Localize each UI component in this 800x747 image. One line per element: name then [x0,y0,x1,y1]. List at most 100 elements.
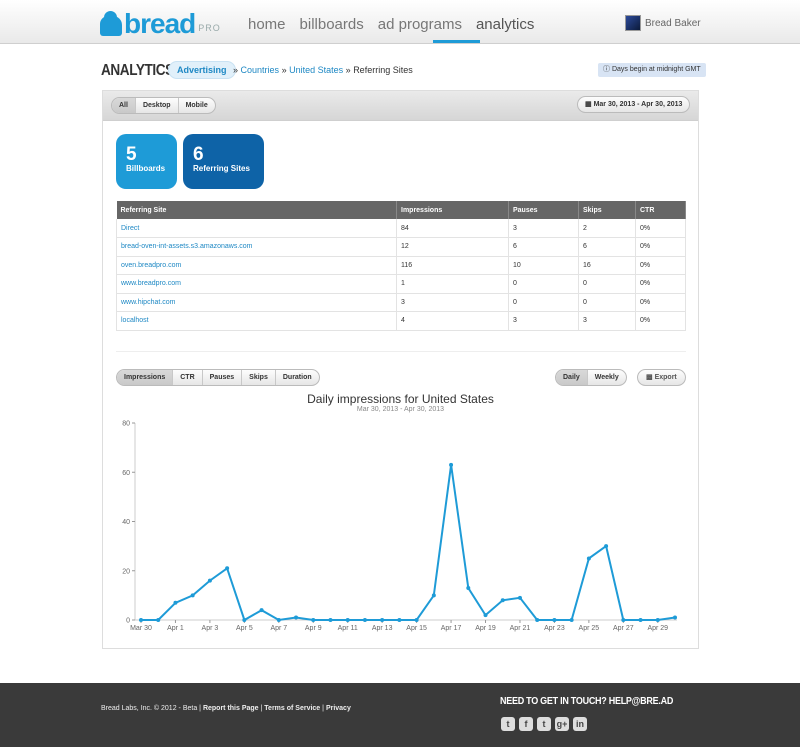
linkedin-icon[interactable]: in [573,717,587,731]
platform-desktop-button[interactable]: Desktop [136,98,179,113]
bread-logo[interactable]: bread PRO [100,8,221,39]
user-menu[interactable]: Bread Baker [625,15,701,31]
site-link[interactable]: www.breadpro.com [116,274,397,294]
bread-logo-icon [100,11,122,36]
data-point [225,566,230,571]
breadcrumb: » Countries » United States » Referring … [233,65,413,75]
data-point [414,618,419,622]
x-tick-label: Apr 5 [236,625,253,632]
breadcrumb-countries[interactable]: Countries [241,65,280,75]
breadcrumb-current: Referring Sites [353,65,413,75]
x-tick-label: Apr 29 [647,625,668,632]
table-row: localhost 4 3 3 0% [116,311,686,331]
y-tick-label: 20 [122,568,130,575]
site-link[interactable]: localhost [116,311,397,331]
tab-duration[interactable]: Duration [276,370,319,385]
stat-label: Billboards [126,164,166,173]
page-title: ANALYTICS [101,62,174,79]
nav-item-billboards[interactable]: billboards [300,16,364,33]
privacy-link[interactable]: Privacy [326,705,351,712]
data-point [259,608,264,613]
report-page-link[interactable]: Report this Page [203,705,259,712]
copyright-text: Bread Labs, Inc. © 2012 - Beta | [101,705,201,712]
table-row: bread-oven-int-assets.s3.amazonaws.com 12… [116,237,686,257]
data-point [311,618,316,622]
site-link[interactable]: oven.breadpro.com [116,256,397,275]
tab-ctr[interactable]: CTR [173,370,203,385]
table-cell: 4 [396,311,509,331]
site-link[interactable]: Direct [116,219,397,238]
footer: Bread Labs, Inc. © 2012 - Beta | Report … [0,683,800,747]
stat-tile-referring-sites[interactable]: 6 Referring Sites [183,134,264,189]
site-link[interactable]: www.hipchat.com [116,293,397,312]
platform-filter: All Desktop Mobile [111,97,216,114]
brand-name: bread [124,8,196,39]
column-header[interactable]: Pauses [508,201,579,219]
footer-links: Bread Labs, Inc. © 2012 - Beta | Report … [101,705,351,712]
chart-icon: ▩ [646,374,653,381]
table-cell: 3 [578,311,636,331]
data-point [638,618,643,622]
platform-mobile-button[interactable]: Mobile [179,98,215,113]
table-header-row: Referring Site Impressions Pauses Skips … [116,201,686,219]
date-range-label: Mar 30, 2013 - Apr 30, 2013 [593,101,683,108]
table-cell: 0% [635,274,686,294]
data-point [586,556,591,561]
stat-value: 6 [193,144,204,165]
tab-pauses[interactable]: Pauses [203,370,243,385]
nav-item-home[interactable]: home [248,16,286,33]
referring-sites-table: Referring Site Impressions Pauses Skips … [116,201,686,331]
timezone-notice: ⓘ Days begin at midnight GMT [598,63,706,77]
table-cell: 0 [578,274,636,294]
x-tick-label: Apr 3 [202,625,219,632]
tab-daily[interactable]: Daily [556,370,588,385]
column-header[interactable]: Skips [578,201,636,219]
tumblr-icon[interactable]: t [537,717,551,731]
x-tick-label: Apr 7 [270,625,287,632]
terms-link[interactable]: Terms of Service [264,705,320,712]
chart-title: Daily impressions for United States [307,392,494,406]
nav-item-analytics[interactable]: analytics [476,16,534,33]
x-tick-label: Apr 19 [475,625,496,632]
period-tabs: Daily Weekly [555,369,627,386]
social-links: t f t g+ in [501,717,591,731]
date-range-button[interactable]: ▦ Mar 30, 2013 - Apr 30, 2013 [577,96,691,113]
facebook-icon[interactable]: f [519,717,533,731]
platform-all-button[interactable]: All [112,98,136,113]
active-nav-indicator [433,40,480,43]
google-plus-icon[interactable]: g+ [555,717,569,731]
table-cell: 6 [578,237,636,257]
data-point [535,618,540,622]
site-link[interactable]: bread-oven-int-assets.s3.amazonaws.com [116,237,397,257]
export-label: Export [654,374,677,381]
tab-weekly[interactable]: Weekly [588,370,626,385]
column-header[interactable]: Referring Site [116,201,397,219]
x-tick-label: Apr 9 [305,625,322,632]
breadcrumb-advertising[interactable]: Advertising [168,61,236,79]
tab-impressions[interactable]: Impressions [117,370,174,385]
contact-heading: NEED TO GET IN TOUCH? HELP@BRE.AD [500,696,674,707]
column-header[interactable]: CTR [635,201,686,219]
stat-tile-billboards[interactable]: 5 Billboards [116,134,177,189]
table-cell: 3 [508,219,579,238]
table-cell: 0% [635,256,686,275]
table-cell: 3 [508,311,579,331]
table-cell: 0% [635,219,686,238]
breadcrumb-united-states[interactable]: United States [289,65,343,75]
y-tick-label: 80 [122,421,130,428]
column-header[interactable]: Impressions [396,201,509,219]
table-cell: 2 [578,219,636,238]
data-point [190,593,195,598]
table-cell: 0% [635,311,686,331]
export-button[interactable]: ▩ Export [637,369,686,386]
timezone-notice-text: Days begin at midnight GMT [611,66,701,73]
data-point [397,618,402,622]
table-cell: 0% [635,293,686,312]
table-cell: 3 [396,293,509,312]
data-point [345,618,350,622]
nav-item-ad-programs[interactable]: ad programs [378,16,462,33]
twitter-icon[interactable]: t [501,717,515,731]
tab-skips[interactable]: Skips [242,370,276,385]
data-point [569,618,574,622]
avatar [625,15,641,31]
